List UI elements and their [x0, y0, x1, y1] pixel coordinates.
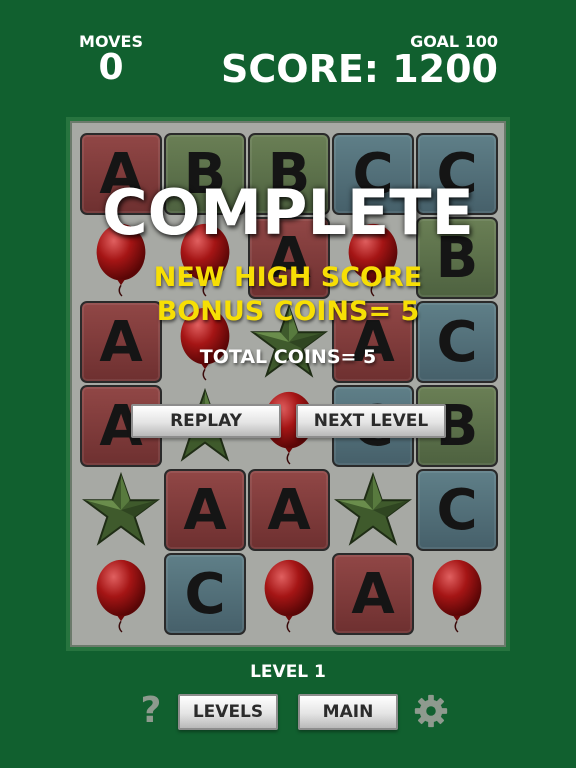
- balloon-icon[interactable]: [80, 553, 162, 635]
- levels-button[interactable]: LEVELS: [178, 694, 278, 730]
- total-coins-text: TOTAL COINS= 5: [199, 346, 377, 368]
- star-icon[interactable]: [80, 469, 162, 551]
- letter-tile-c[interactable]: C: [164, 553, 246, 635]
- question-mark-icon[interactable]: ?: [134, 690, 168, 732]
- score-label: SCORE: 1200: [221, 47, 498, 91]
- level-label: LEVEL 1: [250, 662, 326, 682]
- balloon-icon[interactable]: [248, 553, 330, 635]
- gear-icon[interactable]: [412, 692, 450, 730]
- replay-button[interactable]: REPLAY: [131, 404, 281, 438]
- letter-tile-a[interactable]: A: [248, 469, 330, 551]
- bonus-coins-text: BONUS COINS= 5: [156, 296, 420, 327]
- new-high-score-text: NEW HIGH SCORE: [153, 262, 423, 293]
- letter-tile-a[interactable]: A: [164, 469, 246, 551]
- letter-tile-c[interactable]: C: [416, 469, 498, 551]
- balloon-icon[interactable]: [416, 553, 498, 635]
- moves-value: 0: [98, 47, 124, 88]
- star-icon[interactable]: [332, 469, 414, 551]
- next-level-button[interactable]: NEXT LEVEL: [296, 404, 446, 438]
- complete-title: COMPLETE: [102, 176, 474, 249]
- letter-tile-a[interactable]: A: [332, 553, 414, 635]
- main-button[interactable]: MAIN: [298, 694, 398, 730]
